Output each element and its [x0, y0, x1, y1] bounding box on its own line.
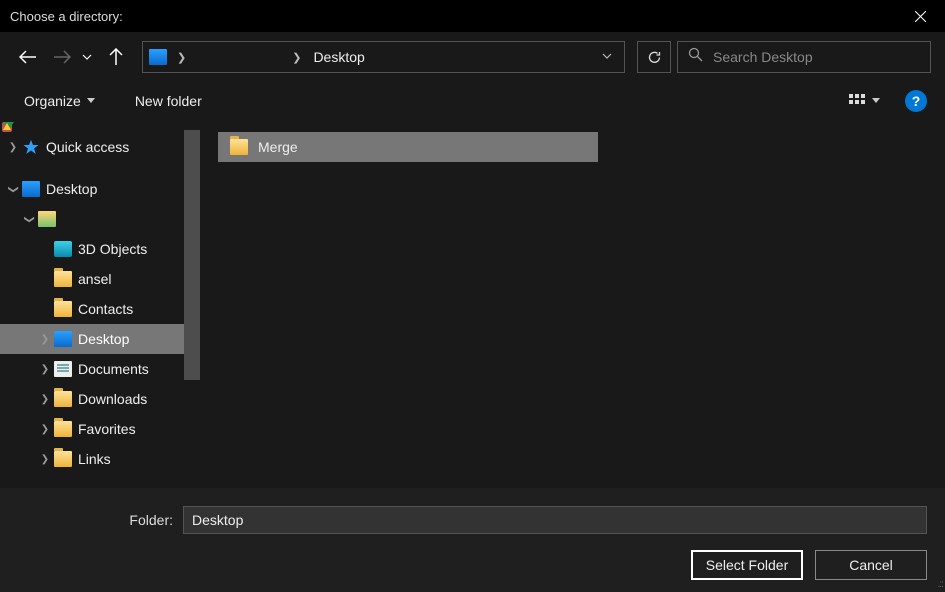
search-icon [688, 47, 703, 67]
new-folder-label: New folder [135, 93, 202, 109]
tree-item[interactable]: ❯ Documents [0, 354, 200, 384]
title-bar: Choose a directory: [0, 0, 945, 32]
organize-label: Organize [24, 93, 81, 109]
address-dropdown[interactable] [594, 47, 620, 67]
star-icon [22, 139, 40, 155]
tree-label: Quick access [46, 139, 129, 155]
tree-item[interactable]: ❯ ansel [0, 264, 200, 294]
nav-toolbar: ❯ ❯ Desktop [0, 32, 945, 82]
tree-label: 3D Objects [78, 241, 147, 257]
tree-label: Documents [78, 361, 149, 377]
chevron-right-icon[interactable]: ❯ [38, 394, 52, 405]
footer: Folder: Select Folder Cancel .:: [0, 488, 945, 592]
contacts-icon [54, 301, 72, 317]
tree-item-quick-access[interactable]: ❯ Quick access [0, 132, 200, 162]
file-item[interactable]: Merge [218, 132, 598, 162]
chevron-right-icon[interactable]: ❯ [38, 334, 52, 345]
organize-button[interactable]: Organize [18, 89, 101, 113]
history-dropdown[interactable] [82, 48, 96, 66]
breadcrumb-segment[interactable]: Desktop [309, 49, 368, 65]
up-button[interactable] [102, 43, 130, 71]
tree: ❯ Quick access ❯ Desktop ❯ [0, 120, 200, 474]
tree-item[interactable]: ❯ Links [0, 444, 200, 474]
chevron-right-icon[interactable]: ❯ [6, 142, 20, 153]
chevron-down-icon[interactable]: ❯ [24, 212, 35, 226]
view-options-button[interactable] [845, 90, 869, 112]
chevron-right-icon[interactable]: ❯ [38, 454, 52, 465]
chevron-down-icon[interactable]: ❯ [8, 182, 19, 196]
tree-item[interactable]: ❯ Favorites [0, 414, 200, 444]
tree-item[interactable]: ❯ Downloads [0, 384, 200, 414]
view-grid-icon [849, 94, 865, 108]
resize-grip[interactable]: .:: [938, 579, 943, 590]
tree-item-user[interactable]: ❯ [0, 204, 200, 234]
cancel-button[interactable]: Cancel [815, 550, 927, 580]
tree-label: Downloads [78, 391, 147, 407]
command-bar: Organize New folder ? [0, 82, 945, 120]
arrow-left-icon [19, 50, 37, 64]
location-icon [149, 49, 167, 65]
tree-label: Favorites [78, 421, 136, 437]
downloads-icon [54, 391, 72, 407]
scrollbar-thumb[interactable] [184, 130, 200, 380]
content-pane[interactable]: Merge [200, 120, 945, 488]
folder-input[interactable] [183, 506, 927, 534]
tree-label: Desktop [46, 181, 97, 197]
new-folder-button[interactable]: New folder [129, 89, 208, 113]
select-folder-button[interactable]: Select Folder [691, 550, 803, 580]
desktop-icon [54, 331, 72, 347]
search-input[interactable] [713, 49, 920, 65]
body-panel: ❯ Quick access ❯ Desktop ❯ [0, 120, 945, 488]
chevron-right-icon[interactable]: ❯ [169, 51, 194, 64]
view-dropdown[interactable] [869, 90, 883, 112]
tree-label: Links [78, 451, 111, 467]
tree-label: Desktop [78, 331, 129, 347]
folder-icon [54, 271, 72, 287]
folder-icon [230, 139, 248, 155]
folder-icon [54, 451, 72, 467]
desktop-icon [22, 181, 40, 197]
folder-field-label: Folder: [18, 512, 173, 528]
chevron-right-icon[interactable]: ❯ [284, 51, 309, 64]
search-box[interactable] [677, 41, 931, 73]
refresh-button[interactable] [637, 41, 671, 73]
file-dialog: Choose a directory: ❯ ❯ Desktop [0, 0, 945, 592]
documents-icon [54, 361, 72, 377]
arrow-up-icon [109, 48, 123, 66]
chevron-down-icon [82, 53, 92, 61]
address-bar[interactable]: ❯ ❯ Desktop [142, 41, 625, 73]
user-folder-icon [38, 211, 56, 227]
button-row: Select Folder Cancel [18, 550, 927, 580]
window-title: Choose a directory: [10, 9, 123, 24]
tree-label: Contacts [78, 301, 133, 317]
tree-item[interactable]: ❯ Contacts [0, 294, 200, 324]
back-button[interactable] [14, 43, 42, 71]
chevron-right-icon[interactable]: ❯ [38, 424, 52, 435]
chevron-down-icon [602, 52, 612, 60]
forward-button[interactable] [48, 43, 76, 71]
tree-item-desktop[interactable]: ❯ Desktop [0, 324, 200, 354]
close-button[interactable] [897, 1, 943, 31]
file-label: Merge [258, 139, 298, 155]
3d-objects-icon [54, 241, 72, 257]
tree-item-desktop-root[interactable]: ❯ Desktop [0, 174, 200, 204]
arrow-right-icon [53, 50, 71, 64]
caret-down-icon [872, 98, 880, 104]
favorites-icon [54, 421, 72, 437]
caret-down-icon [87, 98, 95, 104]
chevron-right-icon[interactable]: ❯ [38, 364, 52, 375]
navigation-pane[interactable]: ❯ Quick access ❯ Desktop ❯ [0, 120, 200, 488]
tree-label: ansel [78, 271, 111, 287]
help-button[interactable]: ? [905, 90, 927, 112]
refresh-icon [647, 50, 662, 65]
folder-row: Folder: [18, 506, 927, 534]
tree-item[interactable]: ❯ 3D Objects [0, 234, 200, 264]
close-icon [915, 11, 926, 22]
